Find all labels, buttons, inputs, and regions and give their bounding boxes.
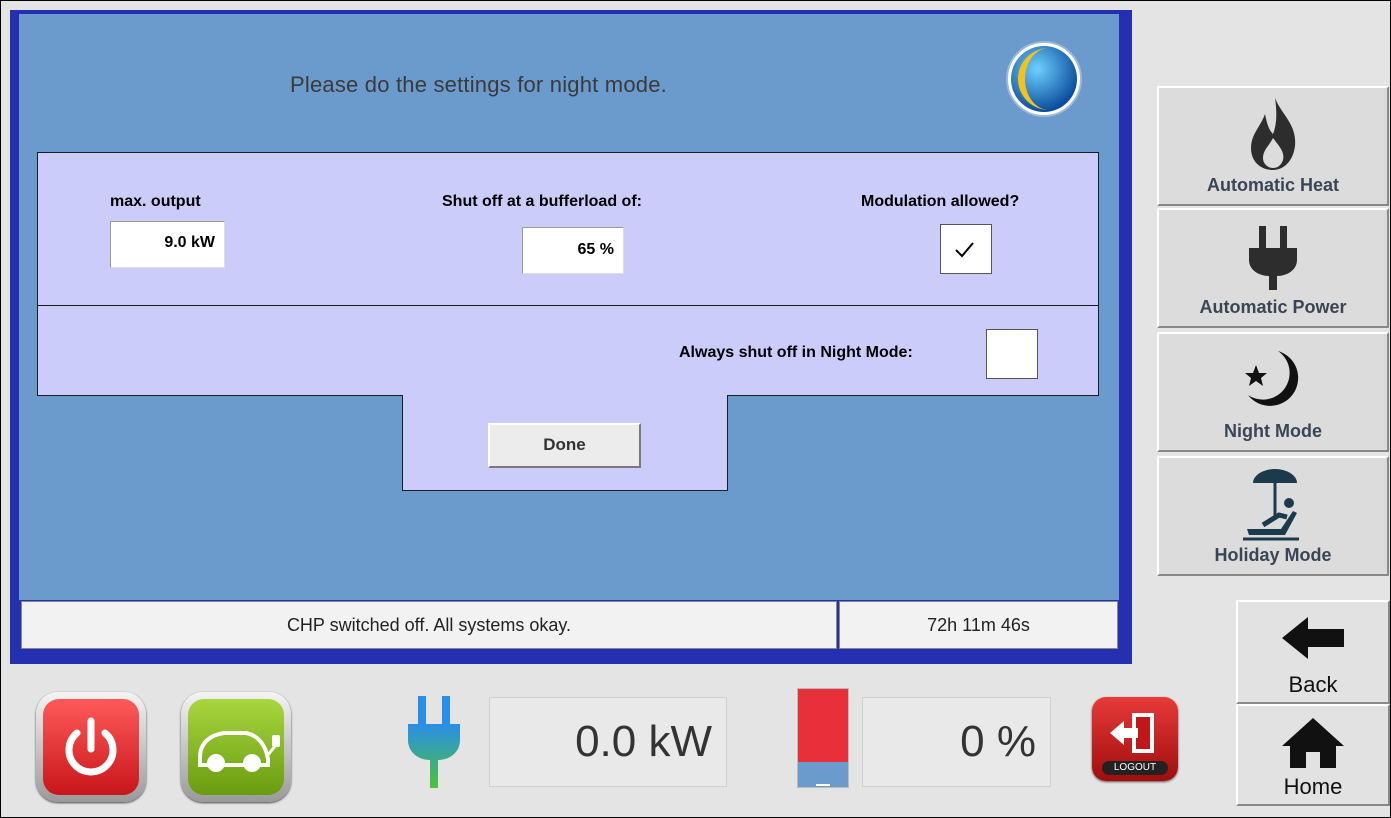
shutoff-bufferload-label: Shut off at a bufferload of: xyxy=(442,193,642,210)
page-title: Please do the settings for night mode. xyxy=(290,72,667,97)
plug-icon xyxy=(1249,226,1297,290)
moon-logo-icon xyxy=(1006,41,1082,117)
max-output-field[interactable]: 9.0 kW xyxy=(110,221,225,268)
status-message: CHP switched off. All systems okay. xyxy=(21,601,837,649)
side-menu-label: Automatic Heat xyxy=(1206,175,1340,195)
settings-panel xyxy=(37,152,1099,396)
buffer-gauge-marker xyxy=(816,784,830,786)
side-menu-label: Night Mode xyxy=(1224,421,1322,441)
power-plug-icon xyxy=(408,696,460,788)
runtime-timer: 72h 11m 46s xyxy=(839,601,1118,649)
always-shutoff-checkbox[interactable] xyxy=(986,329,1038,379)
checkmark-icon xyxy=(955,242,974,258)
power-icon xyxy=(65,717,117,776)
moon-star-icon xyxy=(1245,351,1299,406)
automatic-heat-button[interactable]: Automatic Heat xyxy=(1157,86,1389,206)
home-button[interactable]: Home xyxy=(1236,704,1390,806)
arrow-left-icon xyxy=(1282,617,1344,659)
ecar-button[interactable] xyxy=(181,692,291,802)
done-button[interactable]: Done xyxy=(488,423,641,468)
night-mode-button[interactable]: Night Mode xyxy=(1157,332,1389,452)
modulation-allowed-checkbox[interactable] xyxy=(940,224,992,274)
shutoff-bufferload-field[interactable]: 65 % xyxy=(522,227,624,274)
modulation-allowed-label: Modulation allowed? xyxy=(861,193,1020,210)
back-label: Back xyxy=(1288,672,1338,697)
back-button[interactable]: Back xyxy=(1236,600,1390,704)
beach-chair-icon xyxy=(1243,469,1299,541)
settings-divider xyxy=(37,305,1099,306)
holiday-mode-button[interactable]: Holiday Mode xyxy=(1157,456,1389,576)
logout-label: LOGOUT xyxy=(1102,761,1168,775)
power-readout: 0.0 kW xyxy=(489,697,727,787)
buffer-readout: 0 % xyxy=(862,697,1051,787)
automatic-power-button[interactable]: Automatic Power xyxy=(1157,208,1389,328)
logout-button[interactable]: LOGOUT xyxy=(1092,697,1178,781)
flame-icon xyxy=(1251,98,1296,170)
buffer-gauge-hot xyxy=(798,689,848,762)
home-icon xyxy=(1282,718,1344,768)
home-label: Home xyxy=(1283,774,1343,799)
power-button[interactable] xyxy=(36,692,146,802)
electric-car-icon xyxy=(198,731,280,772)
max-output-label: max. output xyxy=(110,193,201,210)
side-menu-label: Holiday Mode xyxy=(1214,545,1332,565)
side-menu-label: Automatic Power xyxy=(1199,297,1347,317)
always-shutoff-label: Always shut off in Night Mode: xyxy=(679,344,913,361)
buffer-gauge xyxy=(797,688,849,788)
